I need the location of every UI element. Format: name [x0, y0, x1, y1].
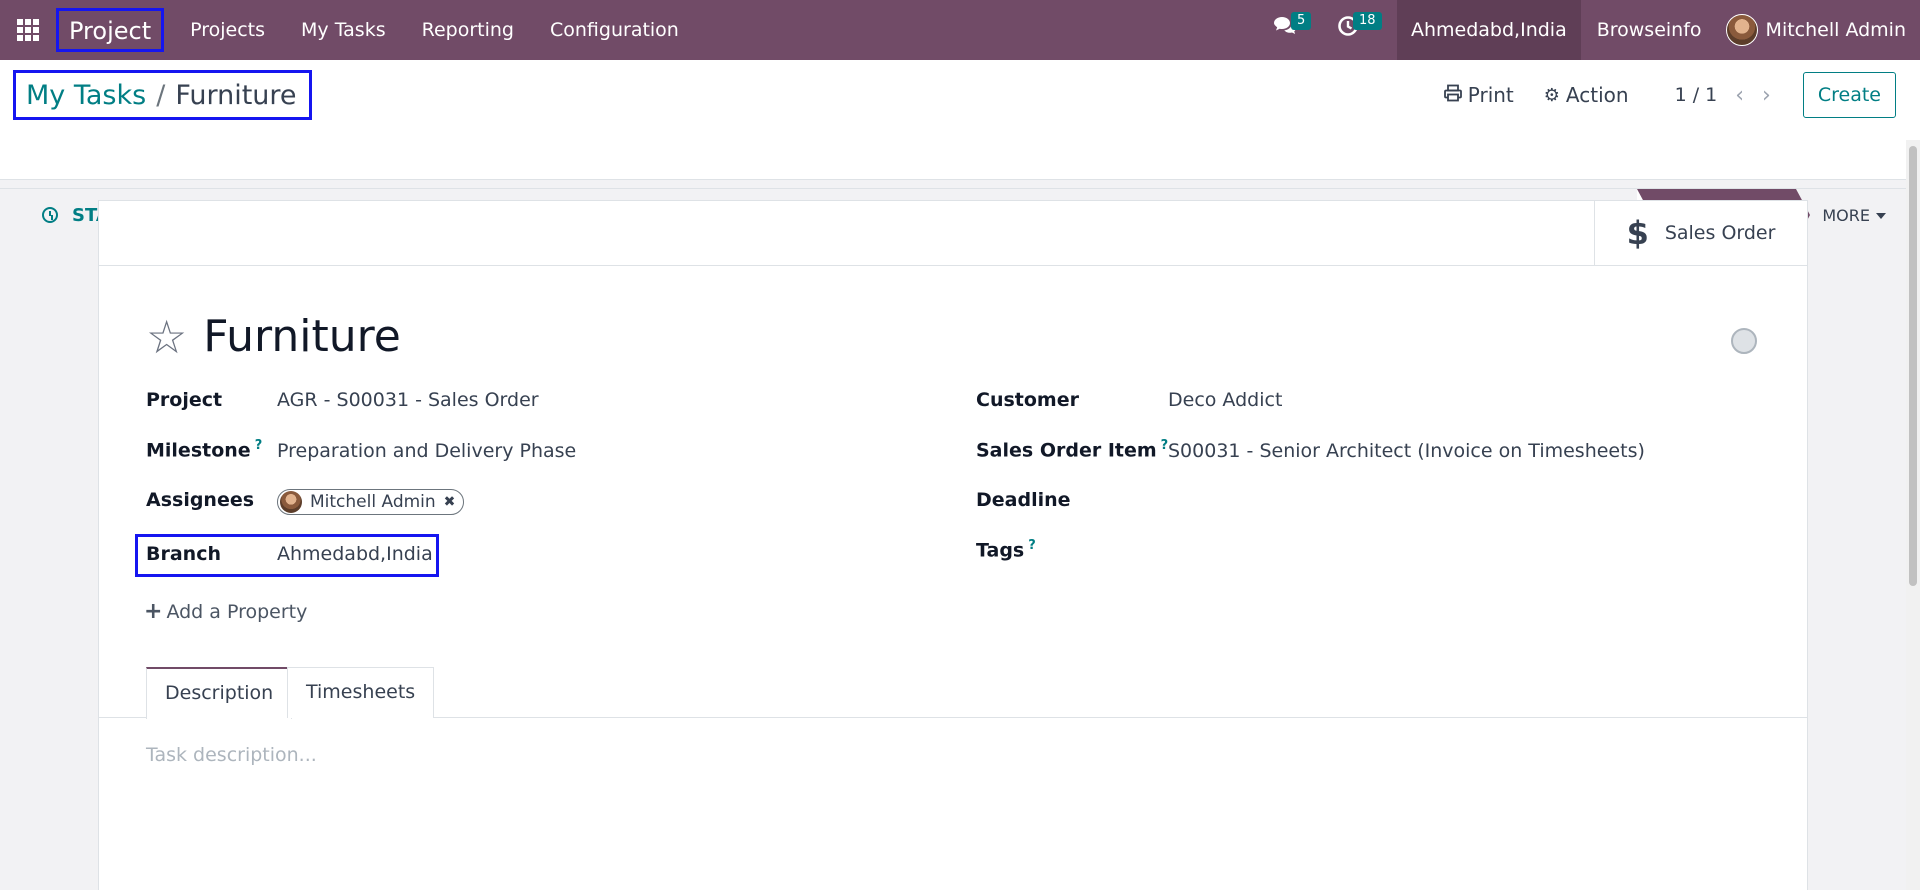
remove-tag-icon[interactable]: ✖	[444, 494, 456, 510]
task-description-editor[interactable]: Task description...	[146, 744, 317, 766]
clock-icon	[42, 207, 58, 223]
branch-label: Branch	[146, 543, 221, 565]
milestone-value[interactable]: Preparation and Delivery Phase	[277, 440, 576, 462]
add-property-label: Add a Property	[166, 600, 308, 623]
create-button[interactable]: Create	[1802, 72, 1896, 118]
star-icon[interactable]: ☆	[146, 314, 187, 360]
menu-my-tasks[interactable]: My Tasks	[283, 0, 404, 60]
chevron-left-icon[interactable]: ‹	[1735, 83, 1744, 108]
assignee-name: Mitchell Admin	[310, 492, 436, 512]
customer-label: Customer	[976, 389, 1079, 411]
add-property-button[interactable]: + Add a Property	[144, 599, 307, 624]
dollar-icon: $	[1626, 214, 1649, 252]
field-assignees: Assignees	[146, 485, 254, 515]
breadcrumb-separator: /	[156, 79, 166, 111]
app-menu-icon[interactable]	[0, 0, 56, 60]
gear-icon: ⚙	[1543, 84, 1560, 106]
help-icon[interactable]: ?	[255, 438, 263, 453]
caret-down-icon	[1876, 213, 1886, 219]
button-box: $ Sales Order	[99, 201, 1807, 266]
title-row: ☆ Furniture	[146, 311, 401, 362]
help-icon[interactable]: ?	[1028, 538, 1036, 553]
task-title[interactable]: Furniture	[203, 311, 401, 362]
tags-label: Tags?	[976, 538, 1036, 562]
assignees-value[interactable]: Mitchell Admin ✖	[277, 489, 465, 517]
user-menu[interactable]: Mitchell Admin	[1718, 14, 1920, 46]
plus-icon: +	[144, 599, 163, 624]
avatar	[1725, 14, 1758, 46]
print-button[interactable]: Print	[1443, 83, 1514, 107]
top-navbar: Project Projects My Tasks Reporting Conf…	[0, 0, 1920, 60]
pager-value[interactable]: 1 / 1	[1675, 84, 1718, 106]
project-label: Project	[146, 389, 223, 411]
breadcrumb-current: Furniture	[175, 79, 297, 111]
chevron-right-icon[interactable]: ›	[1762, 83, 1771, 108]
activities-badge: 18	[1352, 12, 1382, 30]
tab-timesheets[interactable]: Timesheets	[287, 667, 435, 718]
branch-value[interactable]: Ahmedabd,India	[277, 543, 433, 565]
field-milestone: Milestone?	[146, 435, 262, 465]
scrollbar-thumb[interactable]	[1909, 146, 1917, 586]
menu-configuration[interactable]: Configuration	[532, 0, 697, 60]
tab-description[interactable]: Description	[146, 667, 293, 719]
field-sales-order-item: Sales Order Item?	[976, 435, 1168, 465]
control-panel: My Tasks / Furniture Print ⚙ Action 1 / …	[0, 60, 1920, 241]
field-customer: Customer	[976, 385, 1079, 415]
assignees-label: Assignees	[146, 489, 255, 511]
more-label: MORE	[1822, 205, 1870, 225]
assignee-tag[interactable]: Mitchell Admin ✖	[277, 489, 465, 515]
kanban-state-icon[interactable]	[1731, 328, 1757, 354]
stage-more-dropdown[interactable]: MORE	[1810, 206, 1898, 225]
tags-input[interactable]	[1168, 539, 1468, 565]
sales-order-label: Sales Order	[1664, 222, 1776, 244]
notebook-tabs: Description Timesheets	[99, 667, 1807, 719]
field-branch: Branch	[146, 539, 221, 569]
activities-button[interactable]: 18	[1321, 0, 1382, 60]
print-label: Print	[1467, 83, 1514, 107]
project-value[interactable]: AGR - S00031 - Sales Order	[277, 389, 539, 411]
sales-order-item-label: Sales Order Item?	[976, 438, 1169, 462]
field-tags: Tags?	[976, 535, 1036, 565]
menu-reporting[interactable]: Reporting	[404, 0, 532, 60]
app-brand[interactable]: Project	[56, 8, 165, 52]
action-button[interactable]: ⚙ Action	[1544, 83, 1629, 107]
print-icon	[1443, 84, 1462, 107]
company-switcher[interactable]: Browseinfo	[1581, 0, 1718, 60]
customer-value[interactable]: Deco Addict	[1168, 389, 1282, 411]
milestone-label: Milestone?	[146, 438, 263, 462]
sales-order-item-value[interactable]: S00031 - Senior Architect (Invoice on Ti…	[1168, 440, 1645, 462]
action-label: Action	[1565, 83, 1629, 107]
menu-projects[interactable]: Projects	[172, 0, 283, 60]
branch-switcher[interactable]: Ahmedabd,India	[1396, 0, 1581, 60]
user-name: Mitchell Admin	[1765, 19, 1906, 41]
breadcrumb-my-tasks[interactable]: My Tasks	[26, 80, 146, 111]
breadcrumb: My Tasks / Furniture	[13, 70, 312, 120]
deadline-label: Deadline	[976, 489, 1071, 511]
messages-badge: 5	[1290, 12, 1312, 30]
scrollbar[interactable]	[1906, 140, 1920, 890]
messaging-button[interactable]: 5	[1257, 0, 1313, 60]
form-sheet: $ Sales Order ☆ Furniture Project AGR - …	[98, 200, 1808, 890]
sales-order-smart-button[interactable]: $ Sales Order	[1594, 201, 1807, 265]
avatar	[280, 491, 302, 513]
field-deadline: Deadline	[976, 485, 1071, 515]
field-project: Project	[146, 385, 222, 415]
deadline-input[interactable]	[1168, 489, 1468, 515]
